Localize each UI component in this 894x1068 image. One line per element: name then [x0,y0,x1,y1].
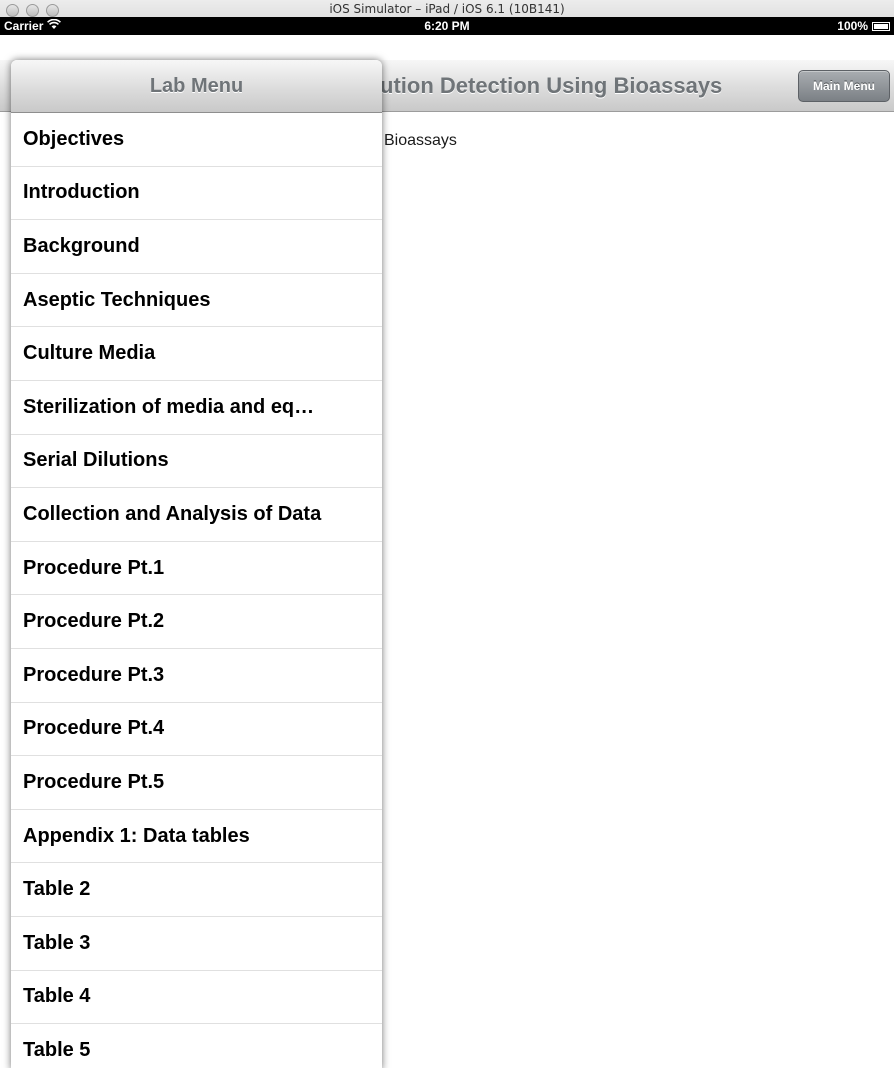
status-time: 6:20 PM [424,19,470,33]
menu-item-serial-dilutions[interactable]: Serial Dilutions [11,435,382,489]
menu-item-aseptic-techniques[interactable]: Aseptic Techniques [11,274,382,328]
menu-item-culture-media[interactable]: Culture Media [11,327,382,381]
page-title: ution Detection Using Bioassays [380,73,723,98]
menu-item-procedure-1[interactable]: Procedure Pt.1 [11,542,382,596]
lab-menu-list: Objectives Introduction Background Asept… [11,113,382,1068]
menu-item-procedure-2[interactable]: Procedure Pt.2 [11,595,382,649]
menu-item-collection-analysis[interactable]: Collection and Analysis of Data [11,488,382,542]
status-bar: Carrier 6:20 PM 100% [0,17,894,35]
battery-percent: 100% [837,19,868,33]
main-menu-button[interactable]: Main Menu [798,70,890,102]
menu-item-background[interactable]: Background [11,220,382,274]
menu-item-table-2[interactable]: Table 2 [11,863,382,917]
menu-item-table-5[interactable]: Table 5 [11,1024,382,1068]
menu-item-appendix-1[interactable]: Appendix 1: Data tables [11,810,382,864]
menu-item-introduction[interactable]: Introduction [11,167,382,221]
menu-item-sterilization[interactable]: Sterilization of media and eq… [11,381,382,435]
menu-item-procedure-4[interactable]: Procedure Pt.4 [11,703,382,757]
menu-item-objectives[interactable]: Objectives [11,113,382,167]
menu-item-table-4[interactable]: Table 4 [11,971,382,1025]
content-text: Bioassays [384,132,457,149]
window-title: iOS Simulator – iPad / iOS 6.1 (10B141) [329,2,565,16]
lab-menu-popover: Lab Menu Objectives Introduction Backgro… [11,60,382,1068]
menu-item-table-3[interactable]: Table 3 [11,917,382,971]
popover-title: Lab Menu [149,74,244,97]
battery-icon [872,21,890,31]
popover-header: Lab Menu [11,60,382,113]
battery-indicator: 100% [837,19,890,33]
menu-item-procedure-3[interactable]: Procedure Pt.3 [11,649,382,703]
menu-item-procedure-5[interactable]: Procedure Pt.5 [11,756,382,810]
